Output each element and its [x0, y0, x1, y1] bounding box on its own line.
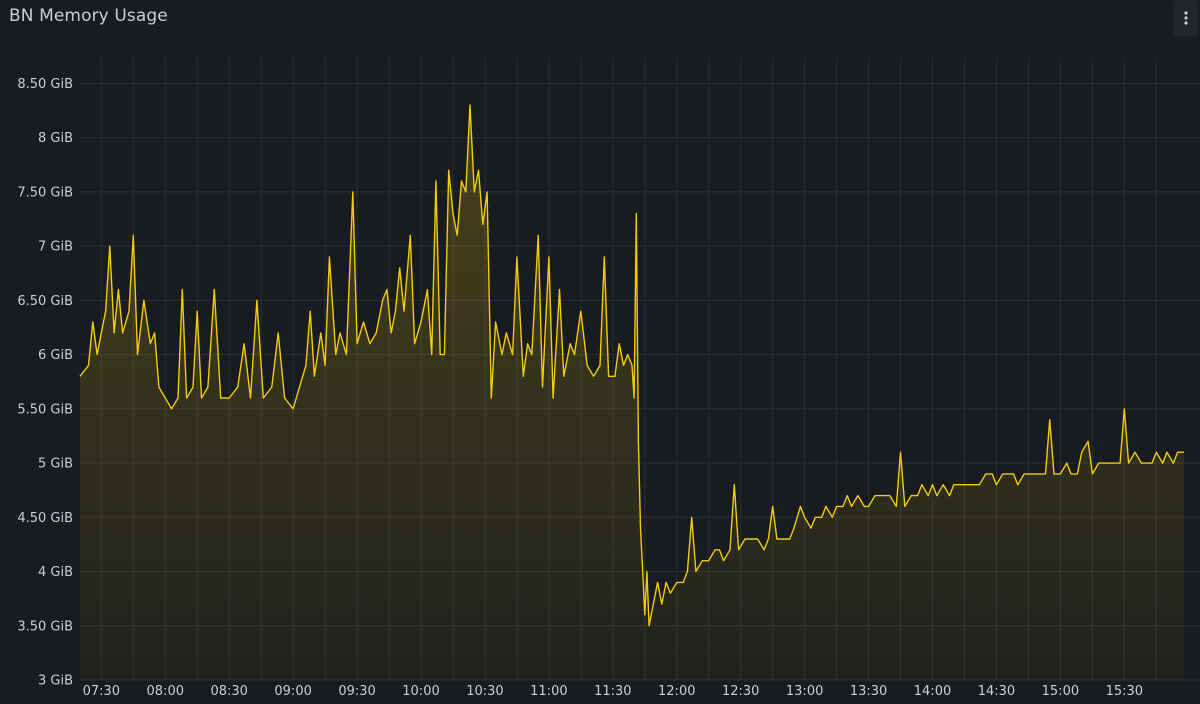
x-tick-label: 12:30 [722, 684, 759, 699]
y-tick-label: 8 GiB [38, 131, 73, 146]
x-tick-label: 10:00 [402, 684, 439, 699]
y-tick-label: 5 GiB [38, 457, 73, 472]
x-tick-label: 10:30 [466, 684, 503, 699]
x-tick-label: 09:30 [338, 684, 375, 699]
y-tick-label: 6.50 GiB [17, 294, 73, 309]
memory-area-chart: 3 GiB 3.50 GiB 4 GiB 4.50 GiB 5 GiB 5.50 GiB 6… [17, 58, 1200, 699]
x-tick-label: 12:00 [658, 684, 695, 699]
y-axis-ticks: 3 GiB 3.50 GiB 4 GiB 4.50 GiB 5 GiB 5.50 GiB 6… [17, 77, 73, 689]
y-tick-label: 5.50 GiB [17, 402, 73, 417]
y-tick-label: 3.50 GiB [17, 619, 73, 634]
series-area-fill [80, 105, 1184, 681]
x-tick-label: 14:30 [978, 684, 1015, 699]
x-tick-label: 15:00 [1042, 684, 1079, 699]
y-tick-label: 8.50 GiB [17, 77, 73, 92]
y-tick-label: 7 GiB [38, 240, 73, 255]
y-tick-label: 3 GiB [38, 674, 73, 689]
x-tick-label: 11:30 [594, 684, 631, 699]
memory-usage-panel: BN Memory Usage 3 GiB 3.50 GiB 4 GiB 4.50 G… [0, 0, 1200, 704]
y-tick-label: 7.50 GiB [17, 185, 73, 200]
y-tick-label: 4 GiB [38, 565, 73, 580]
x-tick-label: 08:00 [147, 684, 184, 699]
y-tick-label: 6 GiB [38, 348, 73, 363]
x-tick-label: 08:30 [210, 684, 247, 699]
x-axis-ticks: 07:30 08:00 08:30 09:00 09:30 10:00 10:30 11:00… [83, 684, 1143, 699]
x-tick-label: 14:00 [914, 684, 951, 699]
x-tick-label: 13:30 [850, 684, 887, 699]
x-tick-label: 13:00 [786, 684, 823, 699]
y-tick-label: 4.50 GiB [17, 511, 73, 526]
x-tick-label: 15:30 [1106, 684, 1143, 699]
x-tick-label: 07:30 [83, 684, 120, 699]
x-tick-label: 11:00 [530, 684, 567, 699]
x-tick-label: 09:00 [274, 684, 311, 699]
